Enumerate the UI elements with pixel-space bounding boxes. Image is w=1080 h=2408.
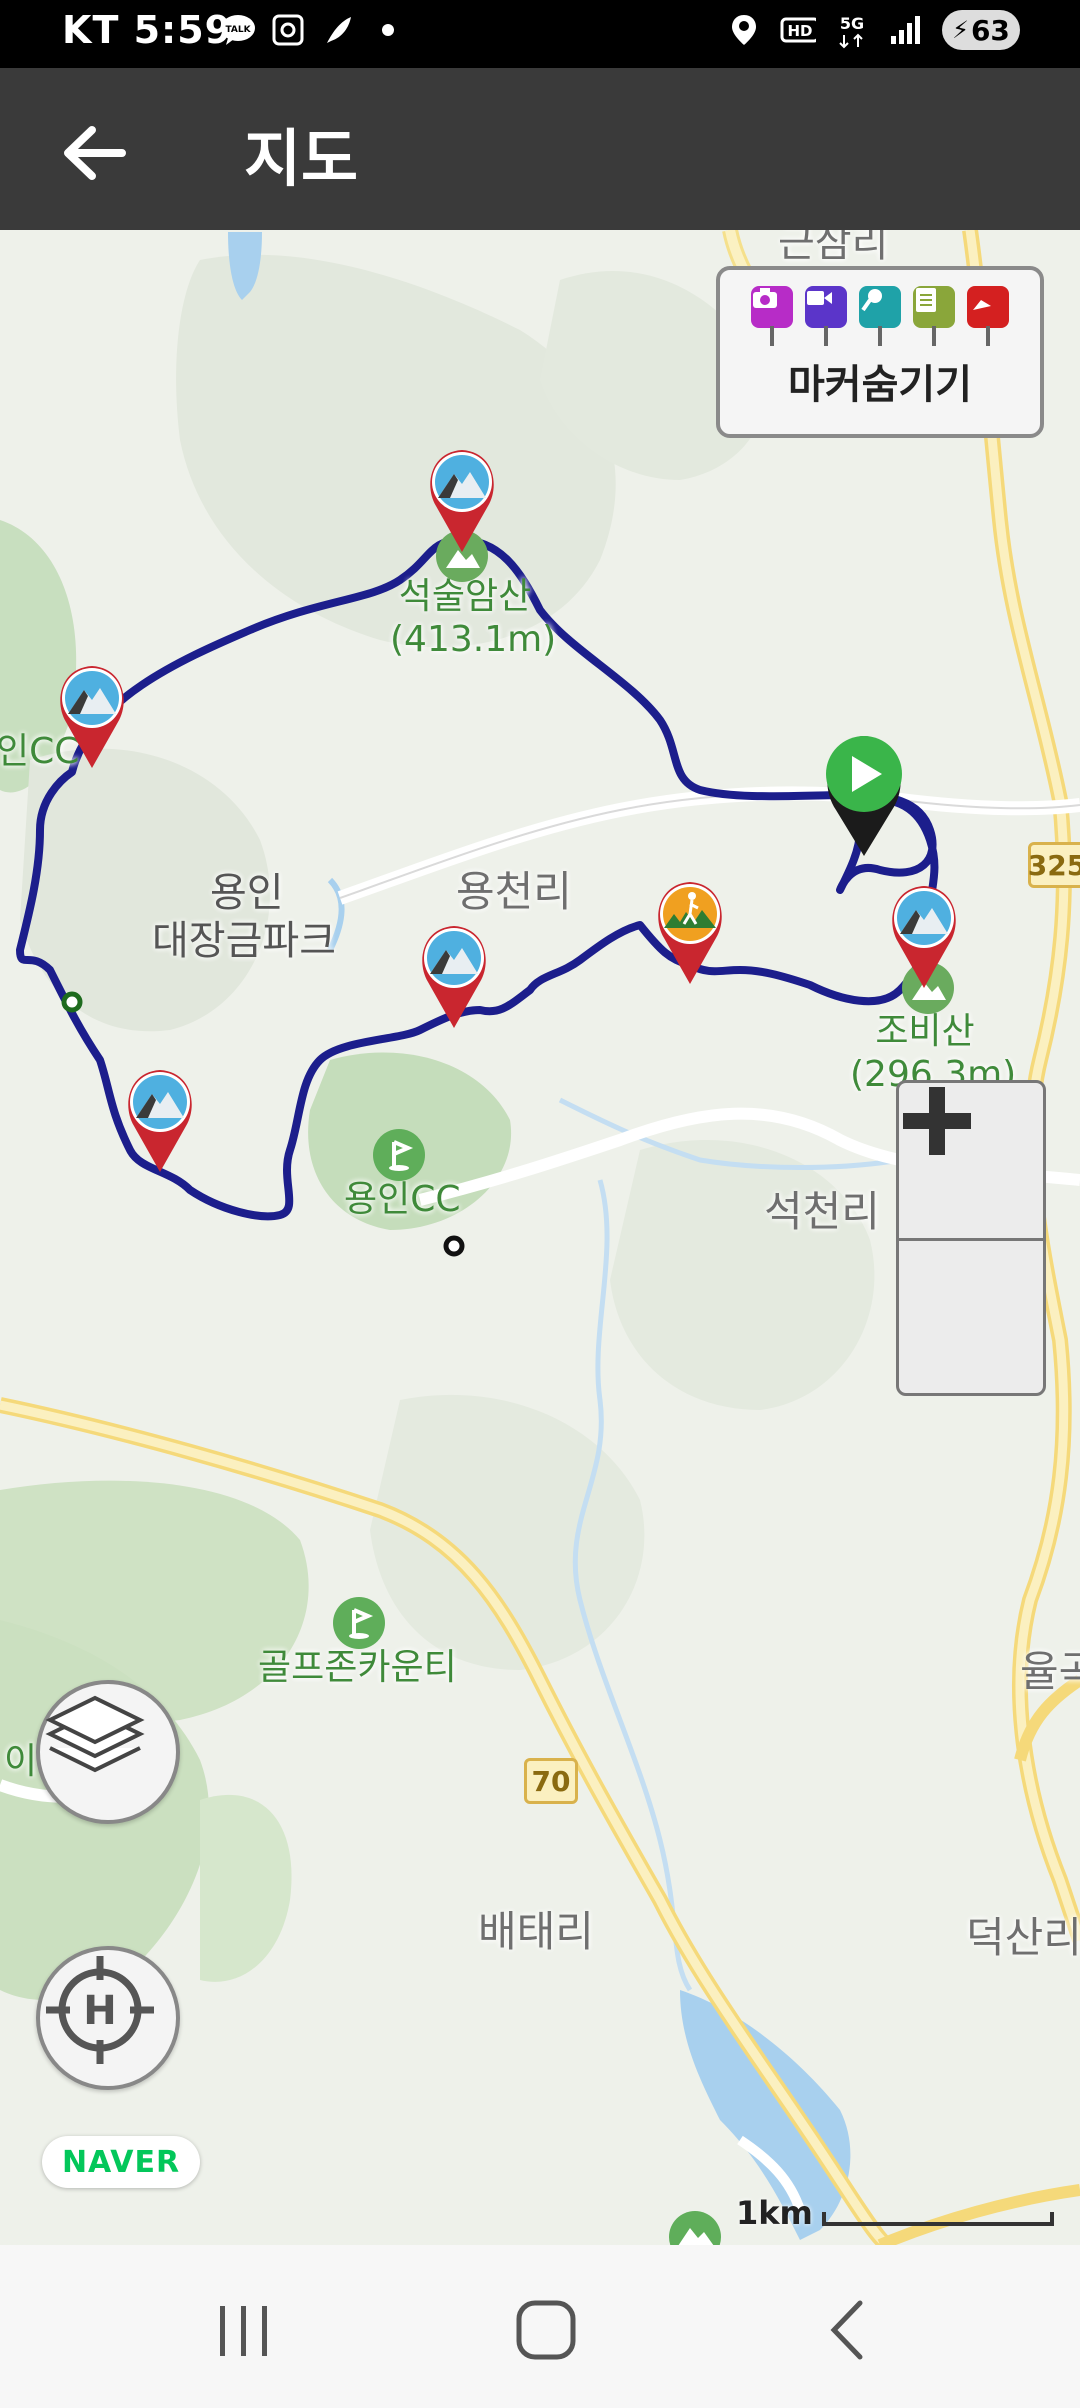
- mountain-icon: [669, 2211, 721, 2245]
- notification-icons: TALK: [220, 12, 406, 48]
- svg-text:H: H: [83, 1988, 116, 2034]
- poi-height: (413.1m): [390, 619, 557, 661]
- road-shield-70: 70: [524, 1758, 578, 1804]
- naver-logo: NAVER: [42, 2136, 200, 2188]
- mountain-pin-icon[interactable]: [886, 880, 962, 990]
- mountain-pin-icon[interactable]: [424, 444, 500, 554]
- road-shield-325: 325: [1028, 842, 1080, 888]
- status-bar: KT 5:59 TALK HD 5G ⚡ 63: [0, 0, 1080, 68]
- camera-icon: [751, 286, 793, 346]
- dot-icon: [370, 12, 406, 48]
- map-label-golfzone: 골프존카운티: [258, 1647, 457, 1688]
- scale-label: 1km: [736, 2194, 813, 2232]
- clock: 5:59: [133, 8, 233, 52]
- video-icon: [805, 286, 847, 346]
- crosshair-icon: H: [46, 1956, 154, 2064]
- notepad-icon: [913, 286, 955, 346]
- battery-bolt-icon: ⚡: [952, 16, 969, 44]
- home-button[interactable]: [506, 2295, 586, 2365]
- map-label-seoksulamsan: 석술암산 (413.1m): [390, 575, 557, 661]
- location-icon: [726, 12, 762, 48]
- battery-indicator: ⚡ 63: [942, 10, 1020, 50]
- svg-text:HD: HD: [787, 22, 812, 40]
- system-nav-bar: [0, 2245, 1080, 2408]
- map-label-deoksanri: 덕산리: [966, 1913, 1080, 1962]
- map-label-yul: 율곡: [1020, 1647, 1080, 1696]
- hd-icon: HD: [780, 12, 816, 48]
- recent-apps-button[interactable]: [204, 2295, 284, 2365]
- map-label-baetaeri: 배태리: [478, 1907, 594, 1956]
- feather-icon: [320, 12, 356, 48]
- signal-icon: [888, 12, 924, 48]
- map-label-kunsamri: 근삼리: [778, 230, 889, 266]
- flag-icon: [967, 286, 1009, 346]
- status-time-group: KT 5:59: [62, 8, 232, 52]
- page-title: 지도: [244, 122, 359, 195]
- poi-name: 조비산: [875, 1011, 975, 1052]
- app-bar: 지도: [0, 68, 1080, 230]
- zoom-out-button[interactable]: [899, 1113, 1043, 1393]
- scale-bar: [822, 2212, 1054, 2226]
- route-point-icon: [61, 991, 83, 1013]
- map-scale: 1km: [736, 2194, 1056, 2234]
- screenshot-icon: [270, 12, 306, 48]
- map-layers-button[interactable]: [36, 1680, 180, 1824]
- system-icons: HD 5G ⚡ 63: [726, 10, 1020, 50]
- current-location-button[interactable]: H: [36, 1946, 180, 2090]
- golf-icon: [333, 1597, 385, 1649]
- battery-level: 63: [970, 13, 1010, 47]
- mountain-pin-icon[interactable]: [416, 920, 492, 1030]
- carrier-label: KT: [62, 8, 120, 52]
- back-chevron-icon: [830, 2300, 863, 2360]
- layers-icon: [45, 1695, 145, 1773]
- microphone-icon: [859, 286, 901, 346]
- talk-icon: TALK: [220, 12, 256, 48]
- mountain-pin-icon[interactable]: [122, 1064, 198, 1174]
- marker-hide-toggle[interactable]: 마커숨기기: [716, 266, 1044, 438]
- recent-apps-icon: [220, 2306, 267, 2356]
- marker-type-pins: [720, 286, 1040, 346]
- start-marker-icon[interactable]: [816, 730, 912, 860]
- arrow-left-icon: [64, 126, 126, 180]
- network-5g-icon: 5G: [834, 12, 870, 49]
- svg-text:5G: 5G: [840, 14, 864, 33]
- mountain-pin-icon[interactable]: [54, 660, 130, 770]
- map-label-yongin-2: 대장금파크: [152, 918, 336, 964]
- map-label-yongcheonri: 용천리: [456, 867, 572, 916]
- marker-hide-label: 마커숨기기: [788, 362, 972, 408]
- golf-icon: [373, 1129, 425, 1181]
- svg-text:TALK: TALK: [225, 25, 251, 35]
- back-button[interactable]: [50, 108, 140, 198]
- back-nav-button[interactable]: [806, 2295, 886, 2365]
- map-view[interactable]: 근삼리 석술암산 (413.1m) 인CC 용인 대장금파크 용천리 조비산 (…: [0, 230, 1080, 2245]
- map-label-seokcheonri: 석천리: [764, 1187, 880, 1236]
- minus-icon: [903, 1113, 971, 1127]
- map-label-yongincc: 용인CC: [344, 1179, 461, 1220]
- home-icon: [516, 2300, 576, 2360]
- zoom-controls: [896, 1080, 1046, 1396]
- route-point-icon: [443, 1235, 465, 1257]
- map-label-ie: 이: [4, 1741, 38, 1782]
- hiker-pin-icon[interactable]: [652, 876, 728, 986]
